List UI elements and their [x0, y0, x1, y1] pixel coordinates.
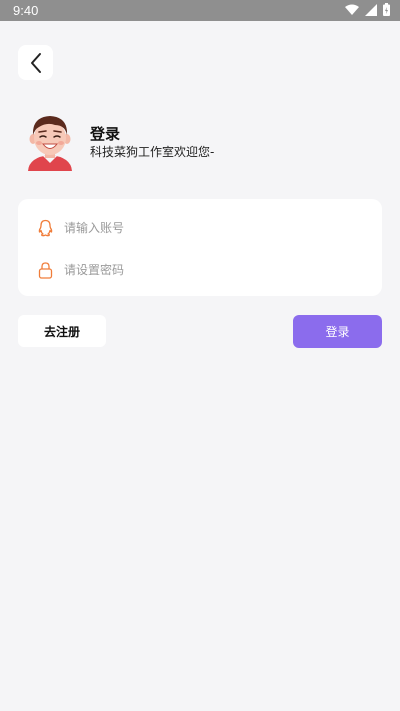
status-time: 9:40 [13, 3, 39, 18]
wifi-icon [345, 4, 359, 15]
account-row [18, 208, 382, 248]
login-form [18, 199, 382, 296]
battery-icon [383, 3, 390, 16]
page-title: 登录 [90, 125, 121, 143]
register-button[interactable]: 去注册 [18, 315, 106, 347]
qq-icon [38, 219, 53, 237]
signal-icon [365, 3, 377, 16]
login-button[interactable]: 登录 [293, 315, 382, 348]
welcome-subtitle: 科技菜狗工作室欢迎您- [90, 145, 215, 159]
status-icons [345, 3, 390, 16]
account-input[interactable] [64, 221, 354, 235]
lock-icon [38, 262, 53, 279]
back-button[interactable] [18, 45, 53, 80]
chevron-left-icon [30, 52, 41, 73]
status-bar: 9:40 [0, 0, 400, 21]
avatar [28, 116, 72, 171]
password-input[interactable] [64, 263, 354, 277]
password-row [18, 250, 382, 290]
